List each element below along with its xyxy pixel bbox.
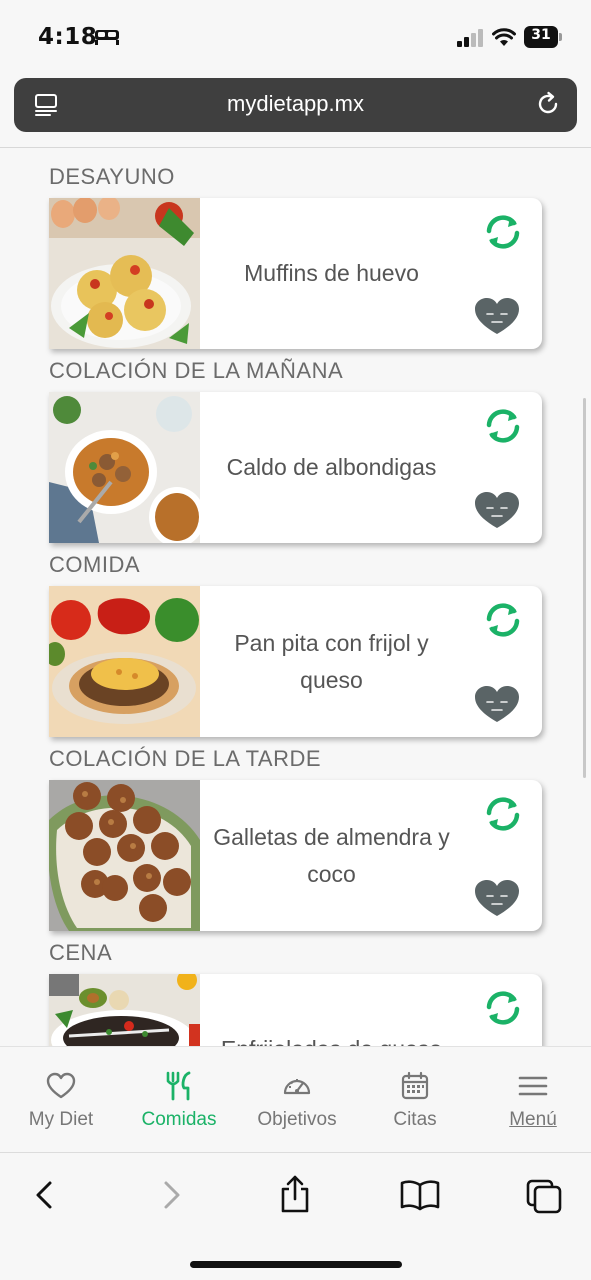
browser-toolbar: [0, 1152, 591, 1280]
url-text[interactable]: mydietapp.mx: [14, 91, 577, 117]
bottom-nav: My Diet Comidas Objetivos Citas Menú: [0, 1046, 591, 1152]
fork-knife-icon: [166, 1071, 191, 1101]
meal-card[interactable]: Enfrijoladas de queso: [49, 974, 542, 1046]
nav-label: Citas: [393, 1109, 437, 1130]
enfrijoladas-photo: [49, 974, 200, 1046]
egg-muffins-photo: [49, 198, 200, 349]
swap-meal-icon[interactable]: [483, 796, 523, 832]
neutral-heart-icon[interactable]: [473, 490, 521, 530]
hamburger-icon: [518, 1076, 548, 1096]
nav-item-menu[interactable]: Menú: [474, 1047, 591, 1153]
meal-card[interactable]: Muffins de huevo: [49, 198, 542, 349]
section-title: CENA: [49, 940, 113, 965]
address-bar[interactable]: mydietapp.mx: [14, 78, 577, 132]
nav-label: Comidas: [141, 1109, 217, 1130]
back-icon[interactable]: [26, 1175, 62, 1215]
neutral-heart-icon[interactable]: [473, 878, 521, 918]
meal-list[interactable]: DESAYUNO Muffins de huevo COLACIÓN DE LA…: [0, 148, 591, 1046]
swap-meal-icon[interactable]: [483, 408, 523, 444]
nav-label: Menú: [509, 1109, 557, 1130]
nav-item-objetivos[interactable]: Objetivos: [238, 1047, 356, 1153]
swap-meal-icon[interactable]: [483, 214, 523, 250]
nav-label: Objetivos: [257, 1109, 337, 1130]
heart-outline-icon: [46, 1072, 76, 1099]
meal-card[interactable]: Galletas de almendra y coco: [49, 780, 542, 931]
forward-icon[interactable]: [154, 1175, 190, 1215]
battery-indicator: 31: [524, 26, 562, 48]
meal-name[interactable]: Enfrijoladas de queso: [200, 974, 463, 1046]
calendar-icon: [401, 1071, 429, 1100]
nav-label: My Diet: [28, 1109, 94, 1130]
share-icon[interactable]: [277, 1175, 313, 1215]
meal-name[interactable]: Galletas de almendra y coco: [200, 780, 463, 931]
gauge-icon: [283, 1079, 311, 1095]
tabs-icon[interactable]: [526, 1175, 562, 1215]
nav-item-comidas[interactable]: Comidas: [120, 1047, 238, 1153]
meal-name[interactable]: Muffins de huevo: [200, 198, 463, 349]
meatball-soup-photo: [49, 392, 200, 543]
battery-level: 31: [531, 27, 551, 43]
bookmarks-icon[interactable]: [400, 1175, 440, 1215]
cellular-signal-icon: [457, 29, 483, 47]
almond-coconut-cookies-photo: [49, 780, 200, 931]
reload-icon[interactable]: [536, 91, 562, 117]
scrollbar[interactable]: [583, 398, 586, 778]
wifi-icon: [492, 28, 516, 46]
section-title: COMIDA: [49, 552, 140, 577]
home-indicator[interactable]: [190, 1261, 402, 1268]
section-title: COLACIÓN DE LA TARDE: [49, 746, 322, 771]
neutral-heart-icon[interactable]: [473, 684, 521, 724]
status-time: 4:18: [38, 24, 98, 50]
swap-meal-icon[interactable]: [483, 990, 523, 1026]
meal-name[interactable]: Pan pita con frijol y queso: [200, 586, 463, 737]
swap-meal-icon[interactable]: [483, 602, 523, 638]
section-title: COLACIÓN DE LA MAÑANA: [49, 358, 344, 383]
status-bar: 4:18 31: [0, 0, 591, 76]
section-title: DESAYUNO: [49, 164, 175, 189]
meal-card[interactable]: Pan pita con frijol y queso: [49, 586, 542, 737]
nav-item-my-diet[interactable]: My Diet: [2, 1047, 120, 1153]
bed-icon: [95, 30, 119, 45]
meal-card[interactable]: Caldo de albondigas: [49, 392, 542, 543]
pita-bean-cheese-photo: [49, 586, 200, 737]
nav-item-citas[interactable]: Citas: [356, 1047, 474, 1153]
neutral-heart-icon[interactable]: [473, 296, 521, 336]
meal-name[interactable]: Caldo de albondigas: [200, 392, 463, 543]
